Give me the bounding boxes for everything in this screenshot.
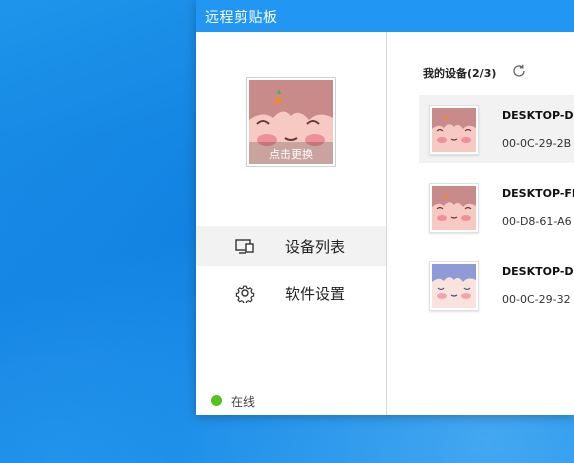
title-bar[interactable]: 远程剪贴板 xyxy=(196,0,574,32)
device-mac: 00-0C-29-32 xyxy=(502,293,571,306)
devices-section-title: 我的设备(2/3) xyxy=(423,67,497,80)
window-title: 远程剪贴板 xyxy=(205,10,278,26)
device-panel: 我的设备(2/3) DESKTOP-D 00-0C-29-2B DESKTOP-… xyxy=(387,32,574,415)
character-avatar-pink-icon xyxy=(429,183,479,233)
avatar-change-label: 点击更换 xyxy=(269,148,313,161)
device-name: DESKTOP-FI xyxy=(502,187,574,200)
device-list-icon xyxy=(234,236,256,256)
profile-avatar[interactable]: 点击更换 xyxy=(246,77,336,167)
app-window: 远程剪贴板 点击更换 设备列表 软件设置 在线 我的设备(2/3) DESKTO… xyxy=(196,0,574,415)
device-item[interactable]: DESKTOP-D 00-0C-29-32 xyxy=(419,251,574,319)
device-item[interactable]: DESKTOP-FI 00-D8-61-A6 xyxy=(419,173,574,241)
sidebar-item-label: 软件设置 xyxy=(285,285,346,303)
device-item[interactable]: DESKTOP-D 00-0C-29-2B xyxy=(419,95,574,163)
online-status-dot xyxy=(211,395,222,406)
refresh-icon[interactable] xyxy=(511,63,527,79)
character-avatar-icon: 点击更换 xyxy=(249,80,333,164)
sidebar-item-settings[interactable]: 软件设置 xyxy=(196,273,386,313)
device-mac: 00-D8-61-A6 xyxy=(502,215,572,228)
device-mac: 00-0C-29-2B xyxy=(502,137,572,150)
status-label: 在线 xyxy=(231,395,256,409)
sidebar-item-device-list[interactable]: 设备列表 xyxy=(196,226,386,266)
device-name: DESKTOP-D xyxy=(502,265,574,278)
sidebar-item-label: 设备列表 xyxy=(285,238,346,256)
device-name: DESKTOP-D xyxy=(502,109,574,122)
character-avatar-blue-icon xyxy=(429,261,479,311)
gear-icon xyxy=(234,283,256,304)
character-avatar-pink-icon xyxy=(429,105,479,155)
sidebar: 点击更换 设备列表 软件设置 在线 xyxy=(196,32,387,415)
